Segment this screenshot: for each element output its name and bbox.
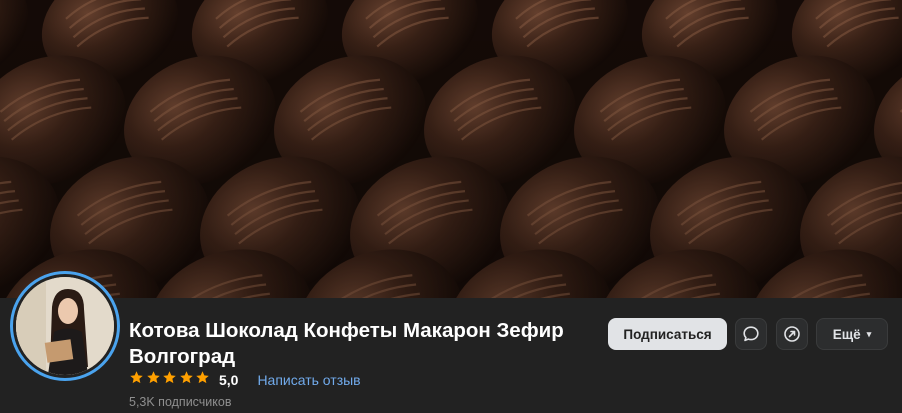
avatar[interactable] xyxy=(10,271,120,381)
more-label: Ещё xyxy=(832,326,861,342)
subscribe-button[interactable]: Подписаться xyxy=(608,318,727,350)
write-review-link[interactable]: Написать отзыв xyxy=(257,372,360,388)
subscribers-count[interactable]: 5,3K подписчиков xyxy=(129,395,231,409)
share-arrow-icon xyxy=(784,326,800,342)
more-button[interactable]: Ещё ▾ xyxy=(816,318,888,350)
rating-value: 5,0 xyxy=(218,372,239,388)
rating: 5,0 Написать отзыв xyxy=(129,371,361,389)
avatar-photo xyxy=(16,277,114,375)
share-button[interactable] xyxy=(776,318,808,350)
message-bubble-icon xyxy=(743,326,759,342)
star-icon xyxy=(196,371,210,384)
rating-stars xyxy=(129,370,212,390)
star-icon xyxy=(130,371,143,384)
star-icon xyxy=(163,371,176,384)
message-button[interactable] xyxy=(735,318,767,350)
star-icon xyxy=(180,371,193,384)
page-title: Котова Шоколад Конфеты Макарон Зефир Вол… xyxy=(129,319,564,368)
chevron-down-icon: ▾ xyxy=(866,328,872,339)
cover-image xyxy=(0,0,902,298)
star-icon xyxy=(146,371,160,384)
